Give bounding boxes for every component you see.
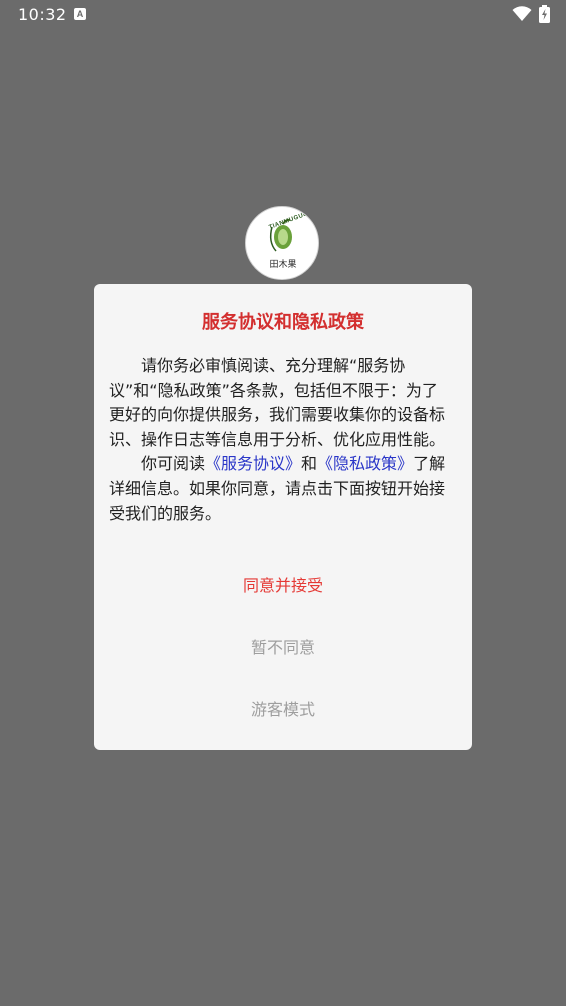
agree-button[interactable]: 同意并接受 xyxy=(94,566,472,606)
guest-mode-button[interactable]: 游客模式 xyxy=(94,690,472,730)
paragraph-2-and: 和 xyxy=(301,454,318,474)
disagree-button[interactable]: 暂不同意 xyxy=(94,628,472,668)
status-bar: 10:32 A xyxy=(0,0,566,30)
dialog-title: 服务协议和隐私政策 xyxy=(202,312,364,333)
dialog-paragraph-2: 你可阅读《服务协议》和《隐私政策》了解详细信息。如果你同意，请点击下面按钮开始接… xyxy=(109,452,449,526)
logo-text: 田木果 xyxy=(269,260,297,270)
privacy-dialog: 服务协议和隐私政策 请你务必审慎阅读、充分理解“服务协议”和“隐私政策”各条款，… xyxy=(94,284,472,750)
service-agreement-link[interactable]: 《服务协议》 xyxy=(205,454,301,473)
status-time: 10:32 xyxy=(18,5,67,24)
dialog-paragraph-1: 请你务必审慎阅读、充分理解“服务协议”和“隐私政策”各条款，包括但不限于：为了更… xyxy=(109,356,446,449)
a-icon: A xyxy=(74,8,86,20)
privacy-policy-link[interactable]: 《隐私政策》 xyxy=(317,454,413,473)
battery-charging-icon xyxy=(539,5,550,23)
paragraph-2-prefix: 你可阅读 xyxy=(141,454,206,474)
dialog-body: 请你务必审慎阅读、充分理解“服务协议”和“隐私政策”各条款，包括但不限于：为了更… xyxy=(109,354,449,526)
wifi-icon xyxy=(512,6,532,21)
splash-logo: TIANMUGUO 田木果 xyxy=(245,206,319,280)
